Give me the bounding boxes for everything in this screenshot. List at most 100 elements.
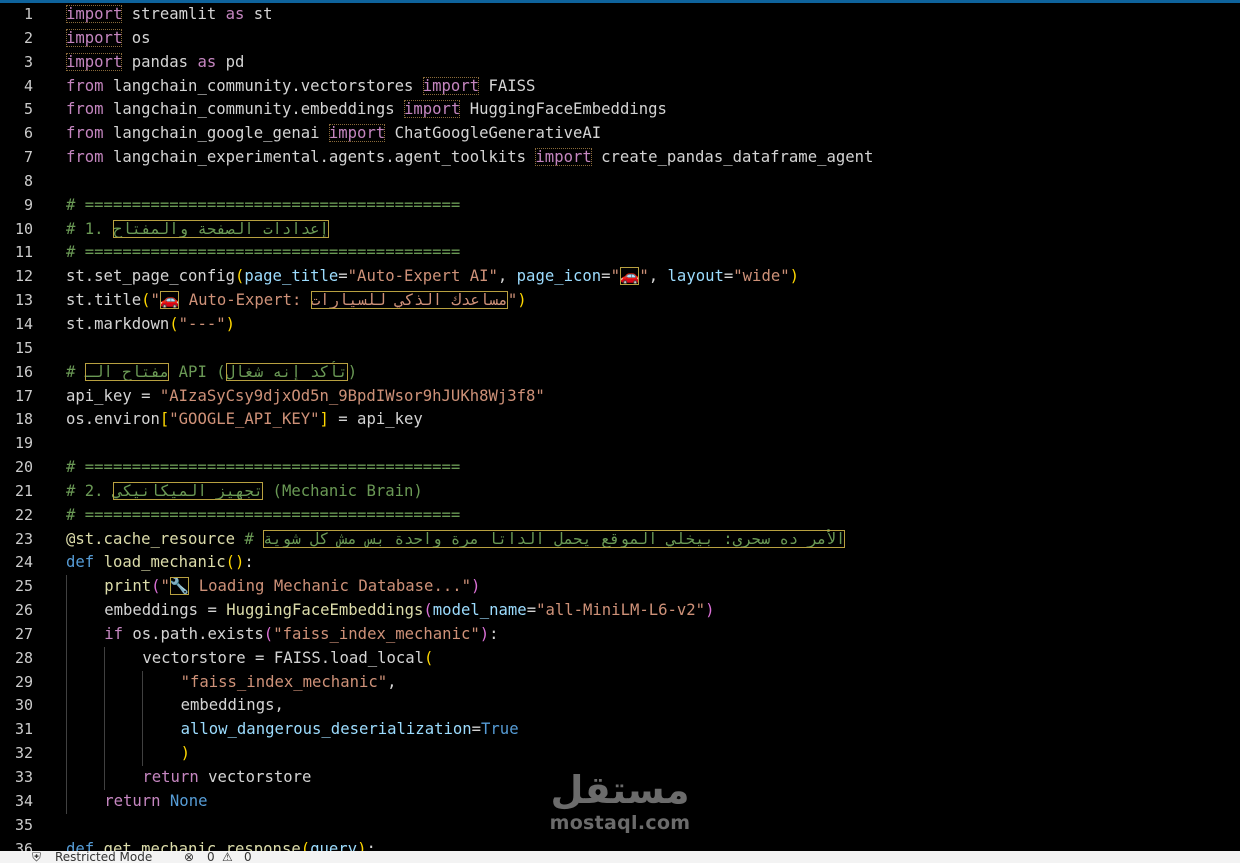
line-number: 10 — [14, 219, 33, 238]
code-text[interactable]: "faiss_index_mechanic", — [181, 671, 397, 695]
code-line[interactable]: 36 def get_mechanic_response(query): — [0, 838, 1240, 851]
code-text[interactable]: # ======================================… — [66, 504, 460, 528]
code-text[interactable]: st.title("🚗 Auto-Expert: مساعدك الذكي لل… — [66, 289, 527, 313]
code-token: ] — [319, 410, 329, 429]
code-line[interactable]: 21 # 2. تجهيز الميكانيكي (Mechanic Brain) — [0, 480, 1240, 504]
code-text[interactable]: from langchain_google_genai import ChatG… — [66, 122, 601, 146]
code-text[interactable]: return vectorstore — [142, 766, 311, 790]
code-line[interactable]: 27 if os.path.exists("faiss_index_mechani… — [0, 622, 1240, 647]
code-text[interactable]: # ======================================… — [66, 456, 460, 480]
code-text[interactable]: embeddings = HuggingFaceEmbeddings(model… — [104, 599, 714, 623]
indent-guide — [66, 599, 67, 623]
code-line[interactable]: 18 os.environ["GOOGLE_API_KEY"] = api_key — [0, 408, 1240, 432]
code-text[interactable]: if os.path.exists("faiss_index_mechanic"… — [104, 623, 498, 647]
code-line[interactable]: 25 print("🔧 Loading Mechanic Database..."… — [0, 575, 1240, 600]
code-text[interactable]: os.environ["GOOGLE_API_KEY"] = api_key — [66, 408, 423, 432]
code-text[interactable]: vectorstore = FAISS.load_local( — [142, 647, 433, 671]
code-line[interactable]: 29 "faiss_index_mechanic", — [0, 670, 1240, 695]
code-line[interactable]: 24 def load_mechanic(): — [0, 551, 1240, 575]
code-text[interactable]: # 1. إعدادات الصفحة والمفتاح — [66, 218, 329, 242]
code-token: page_icon — [516, 267, 602, 286]
code-line[interactable]: 19 — [0, 432, 1240, 456]
code-editor[interactable]: 1 import streamlit as st 2 import os 3 import… — [0, 3, 1240, 851]
line-number: 26 — [14, 601, 33, 620]
code-token: langchain_experimental.agents.agent_tool… — [103, 148, 536, 167]
code-line[interactable]: 10 # 1. إعدادات الصفحة والمفتاح — [0, 218, 1240, 242]
code-line[interactable]: 2 import os — [0, 27, 1240, 51]
line-number: 29 — [14, 672, 33, 691]
code-token: def — [66, 839, 95, 851]
code-text[interactable]: # 2. تجهيز الميكانيكي (Mechanic Brain) — [66, 480, 423, 504]
code-text[interactable]: # ======================================… — [66, 194, 460, 218]
code-token: # ======================================… — [66, 195, 461, 214]
code-line[interactable]: 3 import pandas as pd — [0, 51, 1240, 75]
code-line[interactable]: 35 — [0, 814, 1240, 838]
code-line[interactable]: 4 from langchain_community.vectorstores i… — [0, 75, 1240, 99]
code-text[interactable]: ) — [181, 742, 190, 766]
code-text[interactable]: # ======================================… — [66, 241, 460, 265]
code-token: ) — [235, 553, 245, 572]
warning-icon[interactable]: ⚠ — [222, 851, 233, 863]
indent-guide — [142, 670, 144, 695]
code-line[interactable]: 20 # ====================================… — [0, 456, 1240, 480]
code-text[interactable]: import streamlit as st — [66, 3, 273, 27]
code-token: streamlit — [122, 5, 226, 23]
code-text[interactable]: return None — [104, 790, 207, 814]
code-line[interactable]: 31 allow_dangerous_deserialization=True — [0, 718, 1240, 743]
status-bar: ⛨ Restricted Mode ⊗ 0 ⚠ 0 — [0, 851, 1240, 863]
code-token: st — [244, 5, 273, 23]
code-line[interactable]: 17 api_key = "AIzaSyCsy9djxOd5n_9BpdIWsor… — [0, 385, 1240, 409]
code-line[interactable]: 23 @st.cache_resource # الأمر ده سحري: بي… — [0, 528, 1240, 552]
restricted-mode-label[interactable]: Restricted Mode — [55, 851, 152, 863]
code-line[interactable]: 11 # ====================================… — [0, 241, 1240, 265]
code-text[interactable]: def get_mechanic_response(query): — [66, 838, 376, 851]
errors-count[interactable]: 0 — [207, 851, 215, 863]
code-text[interactable]: st.markdown("---") — [66, 313, 235, 337]
line-number: 11 — [14, 243, 33, 262]
code-text[interactable]: embeddings, — [181, 694, 284, 718]
code-token: page_title — [244, 267, 339, 286]
code-token: [ — [159, 410, 170, 429]
code-line[interactable]: 7 from langchain_experimental.agents.agen… — [0, 146, 1240, 170]
code-line[interactable]: 33 return vectorstore — [0, 766, 1240, 790]
code-text[interactable]: allow_dangerous_deserialization=True — [181, 718, 519, 742]
code-text[interactable]: def load_mechanic(): — [66, 551, 254, 575]
code-token: print — [104, 577, 152, 596]
code-token: st.title — [66, 291, 142, 310]
code-text[interactable]: # مفتاح الـ API (تأكد إنه شغال) — [66, 361, 357, 385]
code-token: vectorstore — [198, 768, 312, 786]
code-token: "GOOGLE_API_KEY" — [169, 410, 320, 429]
code-text[interactable]: @st.cache_resource # الأمر ده سحري: بيخل… — [66, 528, 846, 552]
code-line[interactable]: 28 vectorstore = FAISS.load_local( — [0, 646, 1240, 671]
code-token: " — [160, 577, 170, 596]
code-line[interactable]: 14 st.markdown("---") — [0, 313, 1240, 337]
shield-icon[interactable]: ⛨ — [32, 851, 41, 863]
indent-guide — [66, 742, 67, 766]
code-line[interactable]: 30 embeddings, — [0, 694, 1240, 719]
code-token: st.set_page_config — [66, 267, 235, 286]
code-line[interactable]: 9 # =====================================… — [0, 194, 1240, 218]
code-line[interactable]: 26 embeddings = HuggingFaceEmbeddings(mod… — [0, 599, 1240, 623]
code-line[interactable]: 13 st.title("🚗 Auto-Expert: مساعدك الذكي … — [0, 289, 1240, 313]
code-line[interactable]: 12 st.set_page_config(page_title="Auto-Ex… — [0, 265, 1240, 289]
code-line[interactable]: 1 import streamlit as st — [0, 3, 1240, 27]
error-icon[interactable]: ⊗ — [184, 851, 194, 863]
code-line[interactable]: 6 from langchain_google_genai import Chat… — [0, 122, 1240, 146]
code-line[interactable]: 34 return None — [0, 789, 1240, 814]
code-text[interactable]: print("🔧 Loading Mechanic Database...") — [104, 575, 480, 599]
code-text[interactable]: import pandas as pd — [66, 51, 244, 75]
code-line[interactable]: 16 # مفتاح الـ API (تأكد إنه شغال) — [0, 361, 1240, 385]
code-text[interactable]: from langchain_community.embeddings impo… — [66, 98, 667, 122]
code-line[interactable]: 5 from langchain_community.embeddings imp… — [0, 98, 1240, 122]
code-text[interactable]: from langchain_experimental.agents.agent… — [66, 146, 873, 170]
code-token: create_pandas_dataframe_agent — [591, 148, 874, 167]
code-text[interactable]: st.set_page_config(page_title="Auto-Expe… — [66, 265, 799, 289]
code-line[interactable]: 22 # ====================================… — [0, 504, 1240, 528]
code-line[interactable]: 32) — [0, 742, 1240, 766]
code-line[interactable]: 15 — [0, 337, 1240, 361]
code-text[interactable]: from langchain_community.vectorstores im… — [66, 75, 535, 99]
code-line[interactable]: 8 — [0, 170, 1240, 194]
warnings-count[interactable]: 0 — [244, 851, 252, 863]
code-text[interactable]: api_key = "AIzaSyCsy9djxOd5n_9BpdIWsor9h… — [66, 385, 545, 409]
code-text[interactable]: import os — [66, 27, 151, 51]
